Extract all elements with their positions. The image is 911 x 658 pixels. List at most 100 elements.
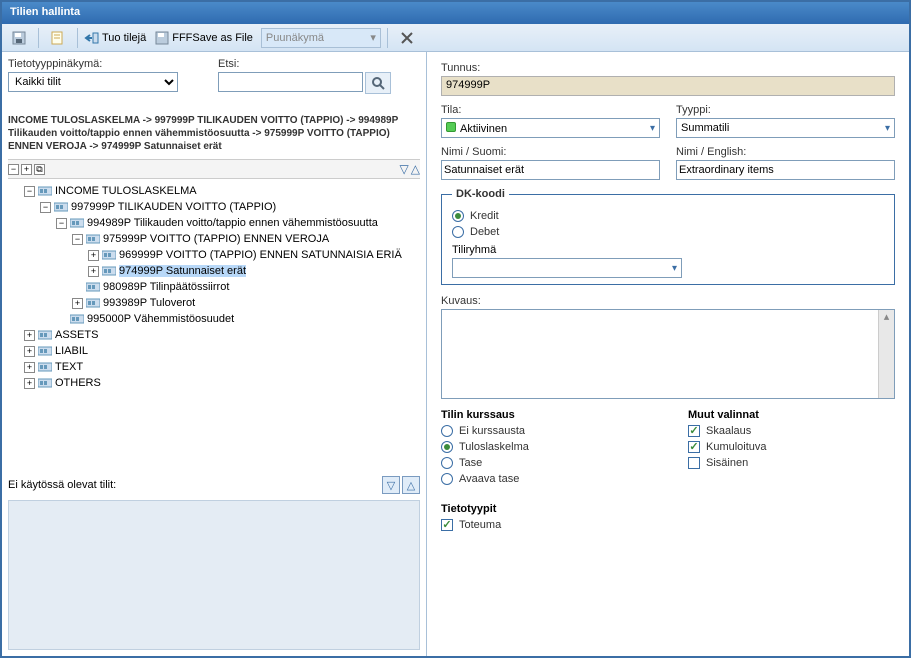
tree-node[interactable]: −975999P VOITTO (TAPPIO) ENNEN VEROJA <box>8 231 420 247</box>
tree-node[interactable]: + ASSETS <box>8 327 420 343</box>
expand-two-button[interactable]: ⧉ <box>34 164 45 175</box>
import-label: Tuo tilejä <box>102 32 146 44</box>
state-select[interactable]: Aktiivinen ▾ <box>441 118 660 138</box>
name-fi-input[interactable] <box>441 160 660 180</box>
expand-toggle[interactable]: + <box>24 330 35 341</box>
save-file-icon <box>154 30 170 46</box>
radio-icon <box>441 473 453 485</box>
notes-button[interactable] <box>45 27 71 49</box>
tree-node-label: 980989P Tilinpäätössiirrot <box>103 281 229 293</box>
tree-node[interactable]: +OTHERS <box>8 375 420 391</box>
tree-node-label: 995000P Vähemmistöosuudet <box>87 313 234 325</box>
tree-node-label: 993989P Tuloverot <box>103 297 195 309</box>
separator <box>38 28 39 48</box>
name-en-label: Nimi / English: <box>676 146 895 158</box>
save-button[interactable] <box>6 27 32 49</box>
radio-icon <box>452 226 464 238</box>
kurssaus-option[interactable]: Ei kurssausta <box>441 425 648 437</box>
collapse-all-button[interactable]: − <box>8 164 19 175</box>
tree-node[interactable]: +993989P Tuloverot <box>8 295 420 311</box>
tree-node-label: LIABIL <box>55 345 88 357</box>
tree-node-label: ASSETS <box>55 329 98 341</box>
tree-node-label: 969999P VOITTO (TAPPIO) ENNEN SATUNNAISI… <box>119 249 402 261</box>
tree-node[interactable]: − 994989P Tilikauden voitto/tappio ennen … <box>8 215 420 231</box>
datatypes-header: Tietotyypit <box>441 503 895 515</box>
move-up-button[interactable]: △ <box>402 476 420 494</box>
muut-header: Muut valinnat <box>688 409 895 421</box>
tree-node[interactable]: 980989P Tilinpäätössiirrot <box>8 279 420 295</box>
dk-option[interactable]: Debet <box>452 226 884 238</box>
radio-icon <box>441 457 453 469</box>
account-tree[interactable]: −INCOME TULOSLASKELMA−997999P TILIKAUDEN… <box>8 183 420 468</box>
checkbox-icon <box>688 457 700 469</box>
dk-option[interactable]: Kredit <box>452 210 884 222</box>
separator <box>387 28 388 48</box>
dk-code-group: DK-koodi KreditDebet Tiliryhmä ▾ <box>441 188 895 285</box>
expand-toggle[interactable]: − <box>40 202 51 213</box>
expand-toggle[interactable]: + <box>72 298 83 309</box>
muut-option[interactable]: ✓Kumuloituva <box>688 441 895 453</box>
tree-down-icon[interactable]: ▽ <box>400 162 409 176</box>
radio-icon <box>452 210 464 222</box>
view-dropdown[interactable]: Puunäkymä ▾ <box>261 28 381 48</box>
close-button[interactable] <box>394 27 420 49</box>
description-textarea[interactable]: ▴ <box>441 309 895 399</box>
save-as-file-button[interactable]: FFFSave as File <box>154 30 253 46</box>
move-down-button[interactable]: ▽ <box>382 476 400 494</box>
close-icon <box>399 30 415 46</box>
search-input[interactable] <box>218 72 363 92</box>
expand-toggle[interactable]: + <box>24 378 35 389</box>
expand-toggle[interactable]: + <box>24 346 35 357</box>
magnifier-icon <box>370 75 386 91</box>
tree-node-label: INCOME TULOSLASKELMA <box>55 185 197 197</box>
group-label: Tiliryhmä <box>452 244 496 256</box>
tree-node-label: 994989P Tilikauden voitto/tappio ennen v… <box>87 217 378 229</box>
expand-toggle[interactable]: + <box>24 362 35 373</box>
scrollbar[interactable]: ▴ <box>878 310 894 398</box>
name-en-input[interactable] <box>676 160 895 180</box>
import-accounts-button[interactable]: Tuo tilejä <box>84 30 146 46</box>
typeview-select[interactable]: Kaikki tilit <box>8 72 178 92</box>
search-button[interactable] <box>365 72 391 94</box>
name-fi-label: Nimi / Suomi: <box>441 146 660 158</box>
tree-node[interactable]: +TEXT <box>8 359 420 375</box>
import-icon <box>84 30 100 46</box>
muut-option[interactable]: Sisäinen <box>688 457 895 469</box>
tree-node[interactable]: +969999P VOITTO (TAPPIO) ENNEN SATUNNAIS… <box>8 247 420 263</box>
expand-toggle[interactable]: − <box>24 186 35 197</box>
breadcrumb: INCOME TULOSLASKELMA -> 997999P TILIKAUD… <box>8 114 420 153</box>
tree-node[interactable]: + LIABIL <box>8 343 420 359</box>
muut-option[interactable]: ✓Skaalaus <box>688 425 895 437</box>
chevron-down-icon: ▾ <box>650 123 655 134</box>
window-titlebar: Tilien hallinta <box>2 2 909 24</box>
type-label: Tyyppi: <box>676 104 895 116</box>
tree-node[interactable]: − INCOME TULOSLASKELMA <box>8 183 420 199</box>
floppy-icon <box>11 30 27 46</box>
expand-toggle[interactable]: − <box>72 234 83 245</box>
expand-toggle[interactable]: + <box>88 250 99 261</box>
datatype-option[interactable]: ✓Toteuma <box>441 519 895 531</box>
kurssaus-option[interactable]: Tuloslaskelma <box>441 441 648 453</box>
kurssaus-header: Tilin kurssaus <box>441 409 648 421</box>
kurssaus-option[interactable]: Avaava tase <box>441 473 648 485</box>
radio-icon <box>441 425 453 437</box>
expand-all-button[interactable]: + <box>21 164 32 175</box>
tree-node[interactable]: −997999P TILIKAUDEN VOITTO (TAPPIO) <box>8 199 420 215</box>
type-select[interactable]: Summatili ▾ <box>676 118 895 138</box>
chevron-down-icon: ▾ <box>885 123 890 134</box>
id-label: Tunnus: <box>441 62 895 74</box>
tree-up-icon[interactable]: △ <box>411 162 420 176</box>
notes-icon <box>50 30 66 46</box>
expand-toggle[interactable]: − <box>56 218 67 229</box>
id-value: 974999P <box>441 76 895 96</box>
kurssaus-option[interactable]: Tase <box>441 457 648 469</box>
toolbar: Tuo tilejä FFFSave as File Puunäkymä ▾ <box>2 24 909 52</box>
tree-node[interactable]: +974999P Satunnaiset erät <box>8 263 420 279</box>
group-select[interactable]: ▾ <box>452 258 682 278</box>
window-title: Tilien hallinta <box>10 6 80 18</box>
expand-toggle[interactable]: + <box>88 266 99 277</box>
unused-accounts-list[interactable] <box>8 500 420 650</box>
radio-icon <box>441 441 453 453</box>
tree-node[interactable]: 995000P Vähemmistöosuudet <box>8 311 420 327</box>
state-label: Tila: <box>441 104 660 116</box>
